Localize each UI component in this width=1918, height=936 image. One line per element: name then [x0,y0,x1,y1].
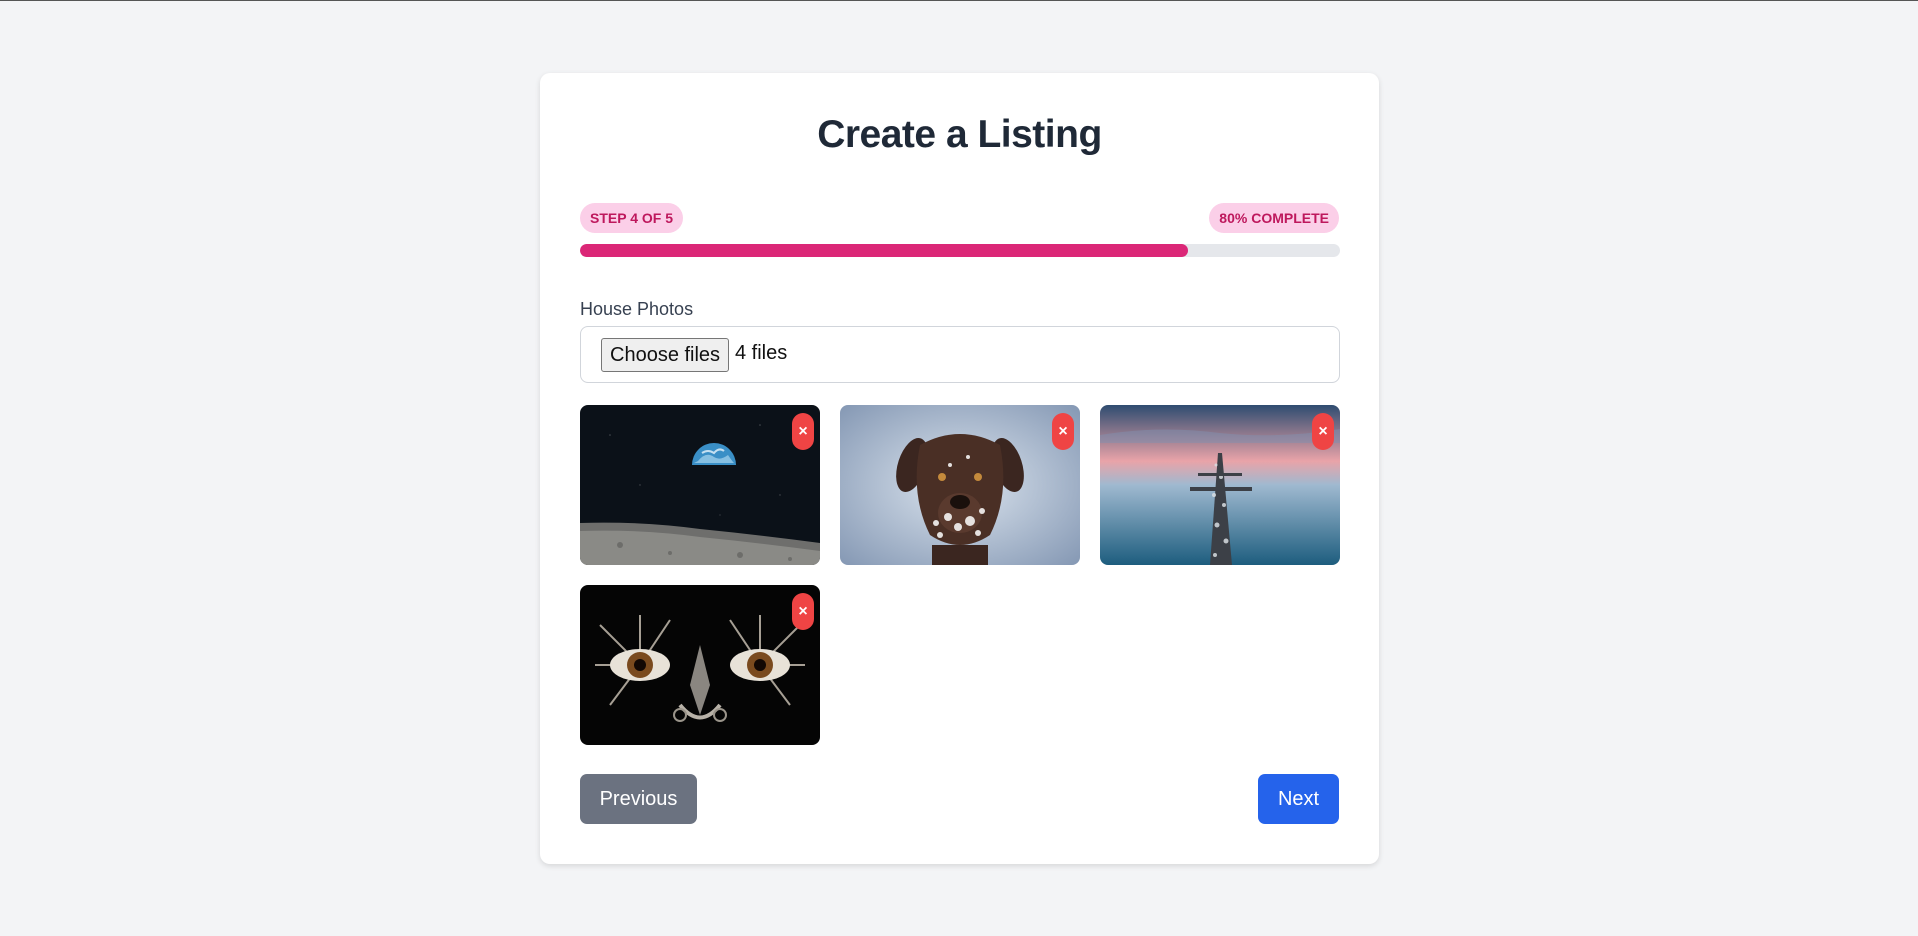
listing-card: Create a Listing STEP 4 OF 5 80% COMPLET… [540,73,1379,864]
remove-photo-button[interactable]: × [1052,413,1074,450]
page-title: Create a Listing [817,113,1102,156]
remove-photo-button[interactable]: × [1312,413,1334,450]
dog-in-snow-image [840,405,1080,565]
photo-thumbnail: × [1100,405,1340,565]
photo-thumbnail: × [580,585,820,745]
house-photos-label: House Photos [580,299,694,319]
file-count-text: 4 files [735,342,788,364]
percent-complete-badge: 80% COMPLETE [1209,203,1339,233]
choose-files-button[interactable]: Choose files [601,338,730,372]
photo-thumbnail: × [840,405,1080,565]
remove-photo-button[interactable]: × [792,593,814,630]
progress-bar-fill [580,244,1188,257]
step-badge: STEP 4 OF 5 [580,203,683,233]
progress-bar [580,244,1340,257]
mechanical-eyes-image [580,585,820,745]
pier-sea-image [1100,405,1340,565]
remove-photo-button[interactable]: × [792,413,814,450]
file-input[interactable]: Choose files 4 files [580,326,1340,383]
photo-thumbnail: × [580,405,820,565]
previous-button[interactable]: Previous [580,774,697,824]
earth-rise-image [580,405,820,565]
next-button[interactable]: Next [1258,774,1339,824]
